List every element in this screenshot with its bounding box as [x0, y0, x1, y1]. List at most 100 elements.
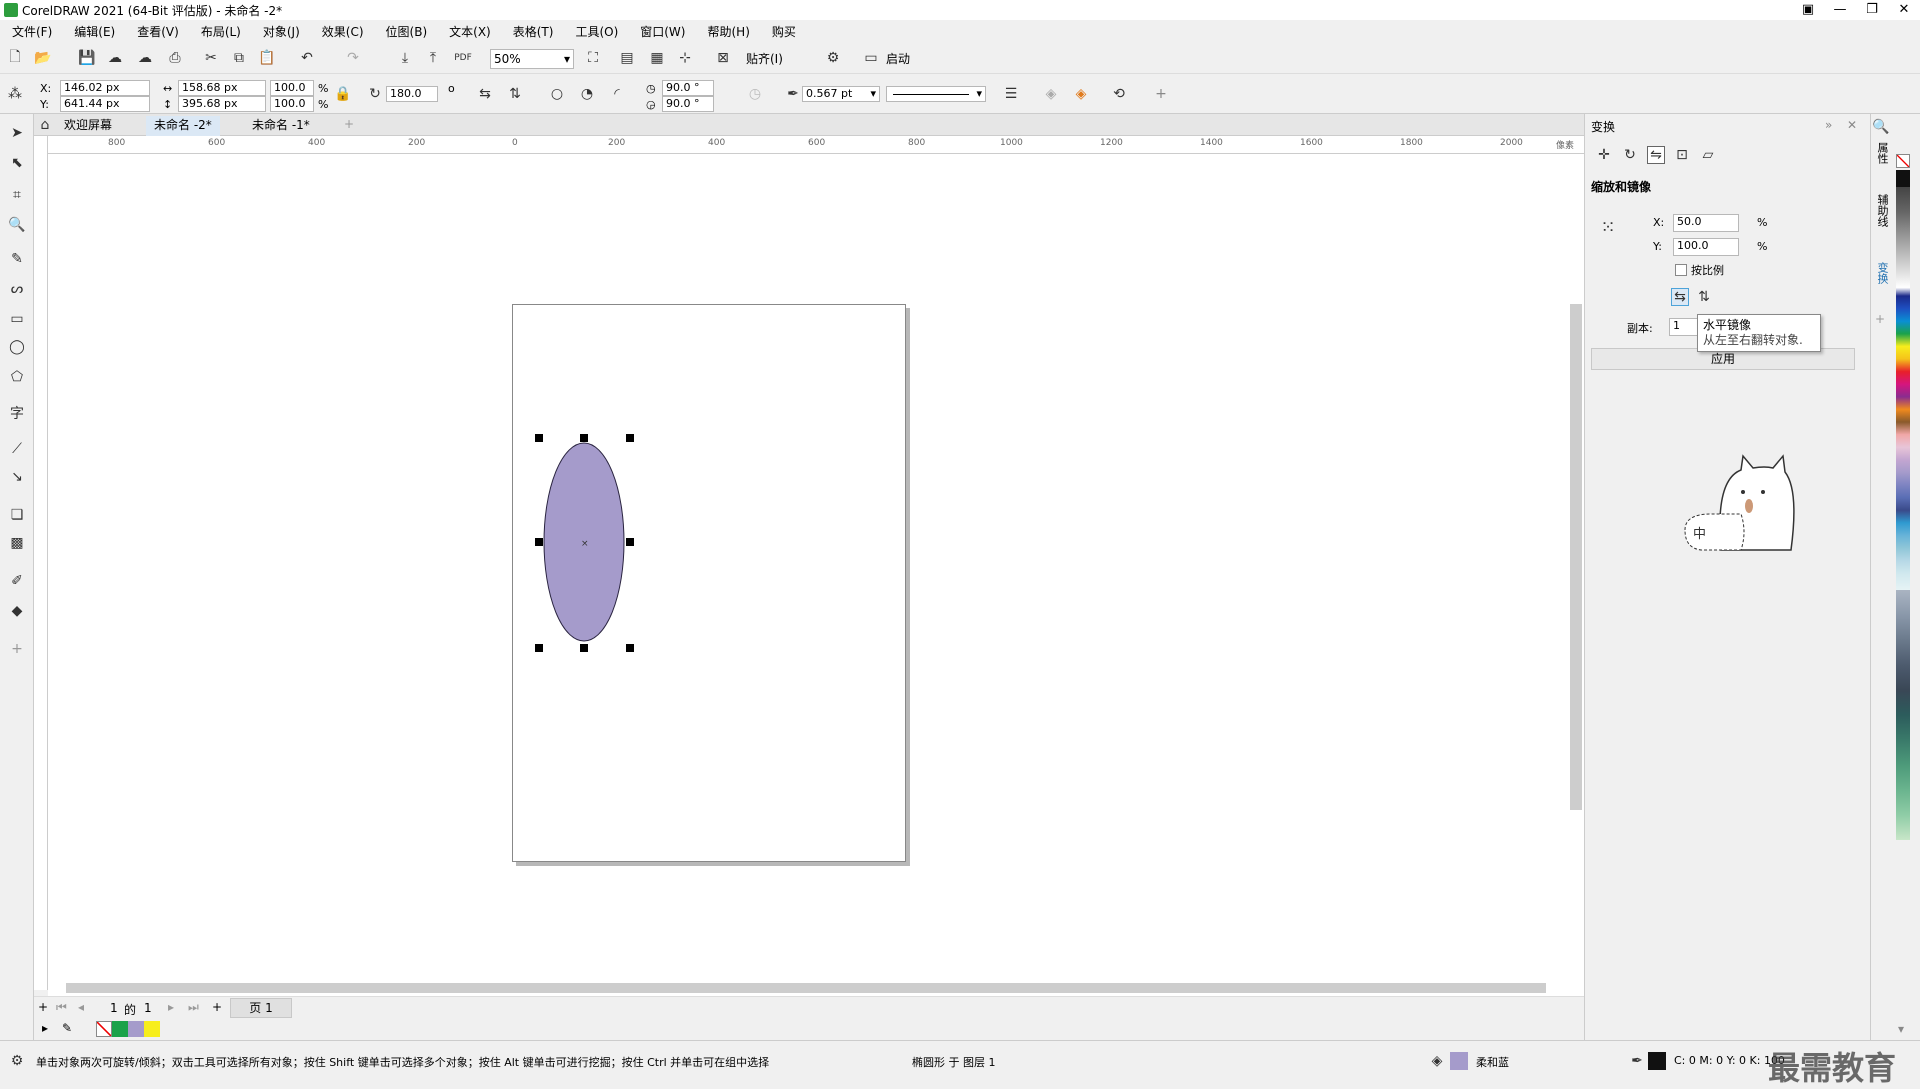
menu-table[interactable]: 表格(T): [513, 23, 554, 40]
horizontal-scroll-thumb[interactable]: [66, 983, 1546, 993]
freehand-tool-icon[interactable]: ✎: [8, 250, 26, 268]
cut-icon[interactable]: ✂: [202, 49, 220, 67]
launch-icon[interactable]: ▭: [862, 49, 880, 67]
close-button[interactable]: ✕: [1888, 0, 1920, 20]
rotation-field[interactable]: 180.0: [386, 86, 438, 102]
horizontal-scrollbar[interactable]: [48, 980, 1584, 996]
rotate-icon[interactable]: ↻: [366, 85, 384, 103]
cloud-sync-icon[interactable]: ☁: [136, 49, 154, 67]
object-origin-icon[interactable]: ⁂: [6, 85, 24, 103]
vertical-ruler[interactable]: [34, 136, 48, 990]
help-icon[interactable]: ▣: [1792, 0, 1824, 20]
minimize-button[interactable]: —: [1824, 0, 1856, 20]
snap-to-menu[interactable]: 贴齐(I): [746, 50, 783, 67]
menu-object[interactable]: 对象(J): [263, 23, 300, 40]
new-tab-icon[interactable]: +: [344, 117, 354, 131]
pie-shape-icon[interactable]: ◔: [578, 85, 596, 103]
arc-shape-icon[interactable]: ◜: [608, 85, 626, 103]
menu-view[interactable]: 查看(V): [137, 23, 179, 40]
position-icon[interactable]: ✛: [1595, 146, 1613, 164]
wrap-text-icon[interactable]: ☰: [1002, 85, 1020, 103]
selection-handle-bottom-left[interactable]: [535, 644, 543, 652]
swatch-no-color[interactable]: [1896, 154, 1910, 168]
ellipse-shape-icon[interactable]: ○: [548, 85, 566, 103]
mirror-horizontal-icon[interactable]: ⇆: [476, 85, 494, 103]
pick-tool-icon[interactable]: ➤: [8, 124, 26, 142]
next-page-icon[interactable]: ▸: [168, 1000, 174, 1014]
scale-x-input[interactable]: 50.0: [1673, 214, 1739, 232]
mirror-vertical-icon[interactable]: ⇅: [506, 85, 524, 103]
selection-handle-top-left[interactable]: [535, 434, 543, 442]
mirror-vertical-button[interactable]: ⇅: [1695, 288, 1713, 306]
docker-expand-icon[interactable]: »: [1825, 118, 1832, 132]
selection-handle-top-right[interactable]: [626, 434, 634, 442]
menu-file[interactable]: 文件(F): [12, 23, 52, 40]
interactive-fill-tool-icon[interactable]: ◆: [8, 602, 26, 620]
start-angle-field[interactable]: 90.0 °: [662, 80, 714, 96]
height-field[interactable]: 395.68 px: [178, 96, 266, 112]
transparency-tool-icon[interactable]: ▩: [8, 534, 26, 552]
open-folder-icon[interactable]: 📂: [34, 49, 52, 67]
zoom-tool-icon[interactable]: 🔍: [8, 216, 26, 234]
selection-handle-left[interactable]: [535, 538, 543, 546]
snap-off-icon[interactable]: ⊠: [714, 49, 732, 67]
lock-ratio-icon[interactable]: 🔒: [334, 85, 352, 103]
line-style-select[interactable]: ▾: [886, 86, 986, 102]
add-page-after-icon[interactable]: +: [212, 1000, 222, 1014]
swatch-soft-blue[interactable]: [128, 1021, 144, 1037]
vertical-scroll-thumb[interactable]: [1570, 304, 1582, 810]
menu-tools[interactable]: 工具(O): [575, 23, 618, 40]
copy-icon[interactable]: ⧉: [230, 49, 248, 67]
eyedropper-tool-icon[interactable]: ✐: [8, 572, 26, 590]
menu-layout[interactable]: 布局(L): [201, 23, 241, 40]
tab-document-2[interactable]: 未命名 -2*: [146, 116, 220, 136]
docker-tab-transform[interactable]: 变换: [1874, 262, 1890, 284]
docker-tab-guides[interactable]: 辅助线: [1874, 194, 1890, 227]
horizontal-ruler[interactable]: 800 600 400 200 0 200 400 600 800 1000 1…: [48, 136, 1584, 154]
outline-width-field[interactable]: 0.567 pt ▾: [802, 86, 880, 102]
home-icon[interactable]: ⌂: [36, 116, 54, 134]
menu-effects[interactable]: 效果(C): [322, 23, 364, 40]
selection-handle-bottom-right[interactable]: [626, 644, 634, 652]
menu-window[interactable]: 窗口(W): [640, 23, 685, 40]
convert-to-curves-icon[interactable]: ⟲: [1110, 85, 1128, 103]
polygon-tool-icon[interactable]: ⬠: [8, 368, 26, 386]
width-field[interactable]: 158.68 px: [178, 80, 266, 96]
show-guides-icon[interactable]: ⊹: [676, 49, 694, 67]
search-icon[interactable]: 🔍: [1872, 118, 1890, 136]
connector-tool-icon[interactable]: ↘: [8, 468, 26, 486]
import-icon[interactable]: ⤓: [396, 49, 414, 67]
show-grid-icon[interactable]: ▦: [648, 49, 666, 67]
pdf-icon[interactable]: PDF: [454, 49, 472, 67]
print-icon[interactable]: ⎙: [166, 49, 184, 67]
text-tool-icon[interactable]: 字: [8, 404, 26, 422]
scale-mirror-tab-icon[interactable]: ⇋: [1647, 146, 1665, 164]
skew-icon[interactable]: ▱: [1699, 146, 1717, 164]
menu-text[interactable]: 文本(X): [449, 23, 491, 40]
new-document-icon[interactable]: 🗋: [6, 49, 24, 67]
swatch-green[interactable]: [112, 1021, 128, 1037]
menu-help[interactable]: 帮助(H): [707, 23, 749, 40]
restore-button[interactable]: ❐: [1856, 0, 1888, 20]
add-icon[interactable]: +: [1152, 85, 1170, 103]
save-icon[interactable]: 💾: [78, 49, 96, 67]
redo-icon[interactable]: ↷: [344, 49, 362, 67]
palette-arrow-icon[interactable]: ▸: [42, 1021, 48, 1035]
direction-icon[interactable]: ◷: [746, 85, 764, 103]
paste-icon[interactable]: 📋: [258, 49, 276, 67]
selection-handle-bottom[interactable]: [580, 644, 588, 652]
palette-swatches[interactable]: [1896, 170, 1910, 590]
full-screen-icon[interactable]: ⛶: [584, 49, 602, 67]
palette-swatches-extended[interactable]: [1896, 590, 1910, 840]
docker-tab-properties[interactable]: 属性: [1874, 142, 1890, 164]
x-position-field[interactable]: 146.02 px: [60, 80, 150, 96]
docker-close-icon[interactable]: ✕: [1847, 118, 1857, 132]
export-icon[interactable]: ⤒: [424, 49, 442, 67]
selection-handle-top[interactable]: [580, 434, 588, 442]
zoom-level-select[interactable]: 50% ▾: [490, 49, 574, 69]
selection-handle-right[interactable]: [626, 538, 634, 546]
swatch-yellow[interactable]: [144, 1021, 160, 1037]
tab-document-1[interactable]: 未命名 -1*: [244, 116, 318, 136]
add-tool-icon[interactable]: +: [8, 640, 26, 658]
add-page-icon[interactable]: +: [38, 1000, 48, 1014]
